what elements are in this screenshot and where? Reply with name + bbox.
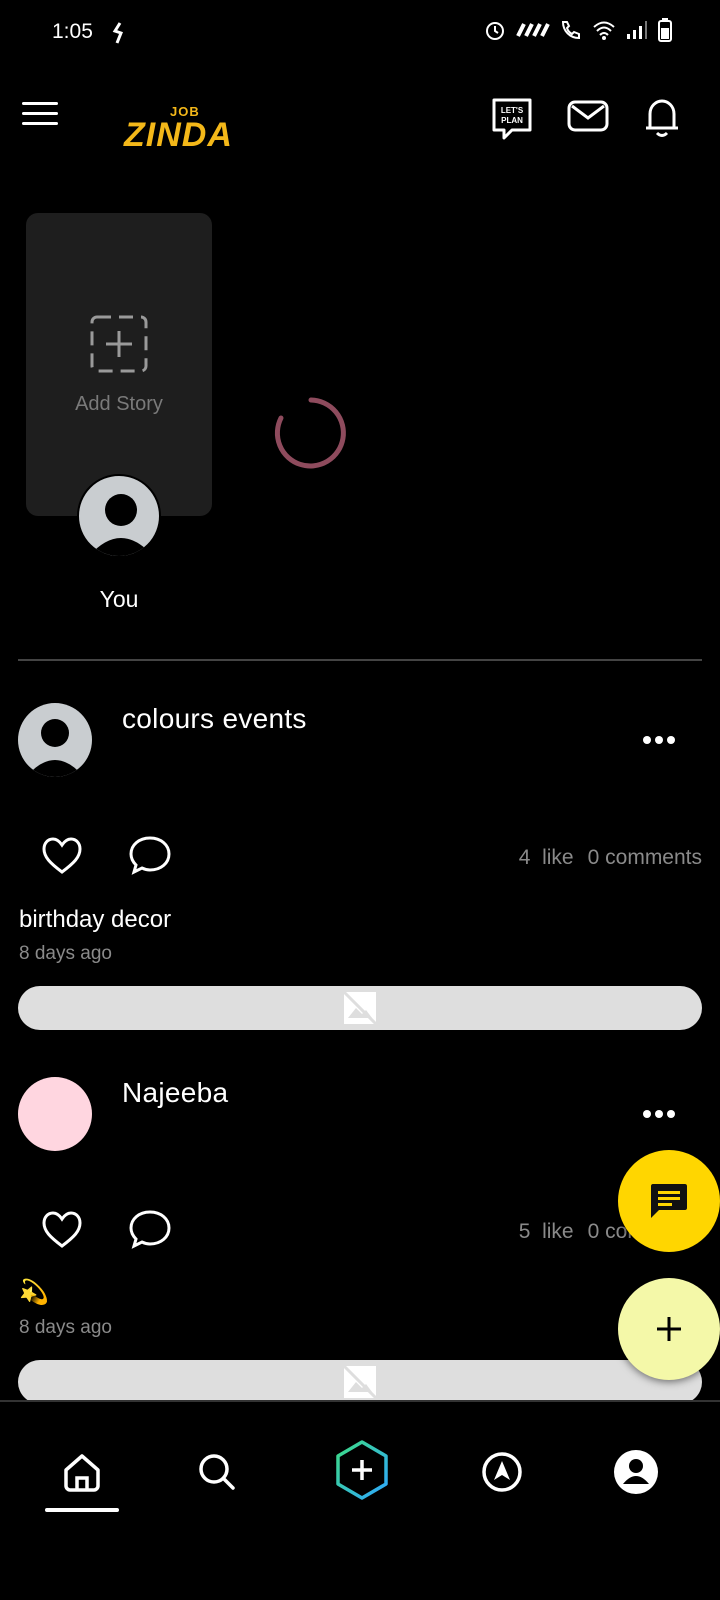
mail-icon[interactable] [566, 96, 610, 140]
comment-icon[interactable] [128, 1208, 172, 1252]
comment-count: 0 [587, 1220, 600, 1243]
svg-text:LET'S: LET'S [501, 106, 524, 115]
like-count: 5 [518, 1220, 531, 1243]
active-tab-indicator [45, 1508, 119, 1512]
divider [18, 659, 702, 661]
logo-zinda-text: ZINDA [124, 116, 233, 154]
menu-icon[interactable] [22, 102, 58, 132]
create-post-icon[interactable] [330, 1438, 394, 1504]
post-stats: 4 like 0 comments [519, 846, 702, 870]
lets-plan-icon[interactable]: LET'S PLAN [490, 96, 534, 140]
alarm-icon [486, 22, 504, 40]
like-count: 4 [518, 846, 531, 869]
bottom-navigation [0, 1400, 720, 1600]
search-icon[interactable] [187, 1442, 247, 1502]
status-icons [484, 18, 672, 42]
broken-image-icon [342, 1364, 378, 1400]
home-icon[interactable] [52, 1442, 112, 1502]
status-bar: 1:05 [0, 0, 720, 70]
your-avatar[interactable] [77, 474, 161, 558]
more-options-icon[interactable] [642, 1107, 676, 1121]
post-caption: birthday decor [19, 906, 172, 933]
notification-icon [112, 22, 123, 44]
post-time: 8 days ago [19, 943, 112, 964]
like-icon[interactable] [40, 834, 84, 878]
post-author-name[interactable]: colours events [122, 703, 307, 735]
plus-icon [657, 1317, 681, 1341]
bell-icon[interactable] [640, 96, 684, 140]
post-image-placeholder[interactable] [18, 986, 702, 1030]
status-time: 1:05 [52, 20, 93, 43]
chat-fab[interactable] [618, 1150, 720, 1252]
broken-image-icon [342, 990, 378, 1026]
comment-count: 0 [587, 846, 600, 869]
wifi-icon [593, 21, 615, 40]
chat-icon [651, 1184, 687, 1218]
wifi-call-icon [561, 21, 580, 40]
signal-icon [627, 21, 647, 39]
add-story-icon [90, 315, 148, 373]
app-logo: JOB ZINDA [124, 104, 258, 154]
battery-icon [658, 18, 672, 42]
post-author-avatar[interactable] [18, 703, 92, 777]
like-label: like [542, 846, 574, 869]
post-author-name[interactable]: Najeeba [122, 1077, 228, 1109]
add-story-card[interactable]: Add Story [26, 213, 212, 516]
explore-icon[interactable] [472, 1442, 532, 1502]
post-caption: 💫 [19, 1279, 49, 1306]
app-header: JOB ZINDA LET'S PLAN [0, 86, 720, 156]
svg-text:PLAN: PLAN [501, 116, 523, 125]
more-options-icon[interactable] [642, 733, 676, 747]
like-icon[interactable] [40, 1208, 84, 1252]
add-fab[interactable] [618, 1278, 720, 1380]
like-label: like [542, 1220, 574, 1243]
loading-spinner [274, 397, 346, 469]
add-story-label: Add Story [75, 393, 163, 415]
comment-label: comments [605, 846, 702, 869]
post-author-avatar[interactable] [18, 1077, 92, 1151]
post-time: 8 days ago [19, 1317, 112, 1338]
your-story-label: You [99, 586, 139, 612]
network-icon [516, 23, 550, 37]
post-image-placeholder[interactable] [18, 1360, 702, 1404]
profile-icon[interactable] [606, 1442, 666, 1502]
comment-icon[interactable] [128, 834, 172, 878]
